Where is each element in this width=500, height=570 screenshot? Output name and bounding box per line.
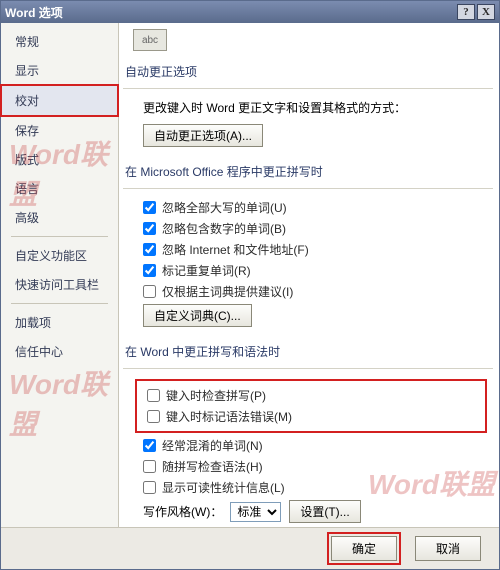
titlebar: Word 选项 ? X <box>1 1 499 23</box>
check-confused-words[interactable]: 经常混淆的单词(N) <box>143 437 489 454</box>
sidebar-item-customize-ribbon[interactable]: 自定义功能区 <box>1 241 118 270</box>
highlight-box-ok: 确定 <box>327 532 401 565</box>
check-main-dict-only[interactable]: 仅根据主词典提供建议(I) <box>143 283 489 300</box>
section-autocorrect-heading: 自动更正选项 <box>123 57 493 89</box>
check-grammar-as-type[interactable]: 键入时标记语法错误(M) <box>147 408 479 425</box>
dialog-title: Word 选项 <box>5 4 455 21</box>
check-spell-as-type[interactable]: 键入时检查拼写(P) <box>147 387 479 404</box>
sidebar-item-save[interactable]: 保存 <box>1 116 118 145</box>
sidebar-item-advanced[interactable]: 高级 <box>1 203 118 232</box>
sidebar-item-layout[interactable]: 版式 <box>1 145 118 174</box>
ok-button[interactable]: 确定 <box>331 536 397 561</box>
writing-style-label: 写作风格(W)： <box>143 503 222 520</box>
watermark-2: Word联盟 <box>9 363 118 443</box>
sidebar-divider-2 <box>11 303 108 304</box>
writing-style-row: 写作风格(W)： 标准 设置(T)... <box>143 500 489 523</box>
writing-style-settings-button[interactable]: 设置(T)... <box>289 500 360 523</box>
check-ignore-uppercase[interactable]: 忽略全部大写的单词(U) <box>143 199 489 216</box>
check-readability-stats[interactable]: 显示可读性统计信息(L) <box>143 479 489 496</box>
writing-style-select[interactable]: 标准 <box>230 502 281 522</box>
word-options-dialog: Word 选项 ? X 常规 显示 校对 保存 版式 语言 高级 自定义功能区 … <box>0 0 500 570</box>
sidebar-divider-1 <box>11 236 108 237</box>
sidebar-item-display[interactable]: 显示 <box>1 56 118 85</box>
section-word-spell-heading: 在 Word 中更正拼写和语法时 <box>123 337 493 369</box>
sidebar-item-general[interactable]: 常规 <box>1 27 118 56</box>
help-button[interactable]: ? <box>457 4 475 20</box>
sidebar-item-quick-access[interactable]: 快速访问工具栏 <box>1 270 118 299</box>
sidebar-item-language[interactable]: 语言 <box>1 174 118 203</box>
preview-icon: abc <box>133 29 167 51</box>
close-button[interactable]: X <box>477 4 495 20</box>
check-grammar-with-spell[interactable]: 随拼写检查语法(H) <box>143 458 489 475</box>
dialog-body: 常规 显示 校对 保存 版式 语言 高级 自定义功能区 快速访问工具栏 加载项 … <box>1 23 499 527</box>
content-panel: abc 自动更正选项 更改键入时 Word 更正文字和设置其格式的方式： 自动更… <box>119 23 499 527</box>
custom-dictionaries-button[interactable]: 自定义词典(C)... <box>143 304 252 327</box>
sidebar-item-proofing[interactable]: 校对 <box>1 85 118 116</box>
sidebar-item-trust-center[interactable]: 信任中心 <box>1 337 118 366</box>
sidebar: 常规 显示 校对 保存 版式 语言 高级 自定义功能区 快速访问工具栏 加载项 … <box>1 23 119 527</box>
section-office-spell-heading: 在 Microsoft Office 程序中更正拼写时 <box>123 157 493 189</box>
autocorrect-intro-row: 更改键入时 Word 更正文字和设置其格式的方式： 自动更正选项(A)... <box>143 99 489 147</box>
autocorrect-options-button[interactable]: 自动更正选项(A)... <box>143 124 263 147</box>
highlight-box-spellcheck: 键入时检查拼写(P) 键入时标记语法错误(M) <box>135 379 487 433</box>
cancel-button[interactable]: 取消 <box>415 536 481 561</box>
button-bar: 确定 取消 <box>1 527 499 569</box>
check-flag-repeated[interactable]: 标记重复单词(R) <box>143 262 489 279</box>
check-ignore-internet[interactable]: 忽略 Internet 和文件地址(F) <box>143 241 489 258</box>
autocorrect-intro-text: 更改键入时 Word 更正文字和设置其格式的方式： <box>143 99 406 116</box>
sidebar-item-addins[interactable]: 加载项 <box>1 308 118 337</box>
check-ignore-numbers[interactable]: 忽略包含数字的单词(B) <box>143 220 489 237</box>
